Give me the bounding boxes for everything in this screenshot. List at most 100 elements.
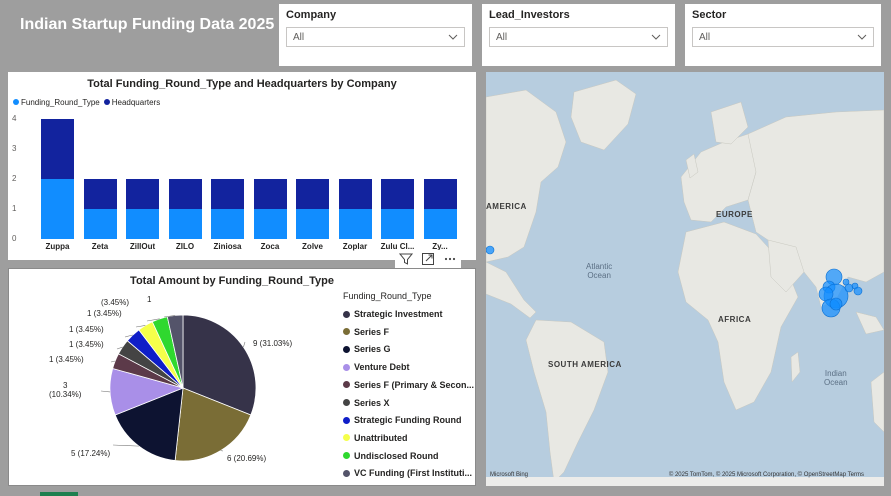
legend-dot (13, 99, 19, 105)
pie-legend-item[interactable]: Series G (343, 344, 478, 354)
pie-legend-item[interactable]: Series F (Primary & Secon... (343, 380, 478, 390)
page-tab-indicator[interactable] (40, 492, 78, 496)
legend-item-funding-round-type[interactable]: Funding_Round_Type (13, 98, 100, 107)
bar-column[interactable] (296, 119, 329, 239)
legend-label: Strategic Investment (354, 309, 443, 319)
legend-swatch (343, 469, 350, 477)
pie-data-label: 1 (3.45%) (49, 355, 84, 364)
bar-column[interactable] (253, 119, 287, 239)
pie-data-label: 9 (31.03%) (253, 339, 293, 348)
pie-data-label: 1 (3.45%) (87, 309, 122, 318)
bar-segment-funding-round-type[interactable] (211, 209, 244, 239)
filter-icon[interactable] (399, 252, 413, 266)
lead-investors-slicer: Lead_Investors All (482, 4, 675, 66)
y-axis-tick: 0 (12, 234, 17, 243)
legend-swatch (343, 416, 350, 424)
map-attribution[interactable]: © 2025 TomTom, © 2025 Microsoft Corporat… (669, 472, 864, 478)
bar-column[interactable] (126, 119, 159, 239)
legend-label: Series G (354, 344, 391, 355)
bar-segment-headquarters[interactable] (253, 179, 287, 209)
y-axis-tick: 4 (12, 114, 17, 123)
company-dropdown-value: All (293, 31, 305, 43)
bar-segment-funding-round-type[interactable] (126, 209, 159, 239)
pie-legend-item[interactable]: Unattributed (343, 433, 478, 443)
location-bubble (842, 278, 850, 286)
bar-segment-headquarters[interactable] (338, 179, 372, 209)
bar-segment-headquarters[interactable] (423, 179, 457, 209)
pie-data-label: 1 (3.45%) (69, 340, 104, 349)
sector-slicer: Sector All (685, 4, 881, 66)
sector-dropdown[interactable]: All (692, 27, 874, 47)
bing-logo: Microsoft Bing (490, 472, 529, 478)
bar-segment-headquarters[interactable] (381, 179, 414, 209)
bar-column[interactable] (423, 119, 457, 239)
bar-segment-headquarters[interactable] (168, 179, 202, 209)
pie-leader-line (100, 390, 111, 393)
pie-data-label: 3 (10.34%) (49, 381, 82, 399)
pie-data-label: 6 (20.69%) (227, 454, 267, 463)
lead-investors-dropdown-value: All (496, 31, 508, 43)
bar-segment-headquarters[interactable] (211, 179, 244, 209)
y-axis-tick: 2 (12, 174, 17, 183)
bar-chart-title: Total Funding_Round_Type and Headquarter… (87, 78, 397, 90)
legend-label: Series F (354, 326, 390, 337)
legend-label: Funding_Round_Type (21, 98, 100, 107)
legend-label: Venture Debt (354, 362, 410, 373)
pie-leader-line (112, 444, 139, 447)
bar-chart-legend: Funding_Round_Type Headquarters (13, 98, 160, 107)
legend-swatch (343, 381, 350, 389)
bar-segment-funding-round-type[interactable] (381, 209, 414, 239)
bar-segment-headquarters[interactable] (296, 179, 329, 209)
legend-swatch (343, 434, 350, 442)
legend-label: Undisclosed Round (354, 450, 439, 461)
pie-legend-item[interactable]: Undisclosed Round (343, 451, 478, 461)
pie-legend-item[interactable]: Series F (343, 327, 478, 337)
bar-segment-funding-round-type[interactable] (423, 209, 457, 239)
legend-dot (103, 99, 110, 105)
bar-segment-headquarters[interactable] (41, 119, 74, 179)
bar-column[interactable] (381, 119, 414, 239)
location-bubble (829, 297, 843, 311)
bar-segment-funding-round-type[interactable] (41, 179, 74, 239)
chevron-down-icon (448, 34, 458, 40)
map-bubbles[interactable] (486, 72, 884, 486)
bar-segment-headquarters[interactable] (126, 179, 159, 209)
pie-chart-card[interactable]: Total Amount by Funding_Round_Type Fundi… (8, 268, 476, 486)
y-axis-tick: 3 (12, 144, 17, 153)
bar-column[interactable] (211, 119, 244, 239)
pie-legend-title: Funding_Round_Type (343, 291, 432, 301)
bar-segment-funding-round-type[interactable] (253, 209, 287, 239)
company-dropdown[interactable]: All (286, 27, 465, 47)
pie-legend-item[interactable]: Strategic Investment (343, 309, 478, 319)
bar-column[interactable] (338, 119, 372, 239)
bar-column[interactable] (168, 119, 202, 239)
more-options-icon[interactable] (443, 252, 457, 266)
legend-item-headquarters[interactable]: Headquarters (103, 98, 160, 107)
legend-swatch (343, 399, 350, 406)
slicer-label-sector: Sector (692, 9, 727, 21)
focus-mode-icon[interactable] (421, 252, 435, 266)
legend-label: Unattributed (354, 432, 408, 443)
bar-segment-funding-round-type[interactable] (83, 209, 117, 239)
legend-swatch (343, 328, 350, 336)
legend-swatch (343, 345, 350, 353)
pie-legend-item[interactable]: Venture Debt (343, 362, 478, 372)
location-bubble (853, 286, 863, 296)
pie-legend-item[interactable]: Series X (343, 398, 478, 408)
bar-segment-headquarters[interactable] (83, 179, 117, 209)
pie-legend-item[interactable]: VC Funding (First Instituti... (343, 468, 478, 478)
pie-data-label: (3.45%) (101, 298, 130, 307)
slicer-label-company: Company (286, 9, 337, 21)
bar-chart-card[interactable]: Total Funding_Round_Type and Headquarter… (8, 72, 476, 260)
bar-segment-funding-round-type[interactable] (168, 209, 202, 239)
pie-legend-item[interactable]: Strategic Funding Round (343, 415, 478, 425)
chevron-down-icon (651, 34, 661, 40)
bar-segment-funding-round-type[interactable] (296, 209, 329, 239)
legend-swatch (343, 363, 350, 371)
map-visual[interactable]: AMERICA EUROPE AFRICA SOUTH AMERICA Atla… (486, 72, 884, 486)
bar-column[interactable] (41, 119, 74, 239)
slicer-label-lead-investors: Lead_Investors (489, 9, 570, 21)
lead-investors-dropdown[interactable]: All (489, 27, 668, 47)
bar-column[interactable] (83, 119, 117, 239)
bar-segment-funding-round-type[interactable] (338, 209, 372, 239)
